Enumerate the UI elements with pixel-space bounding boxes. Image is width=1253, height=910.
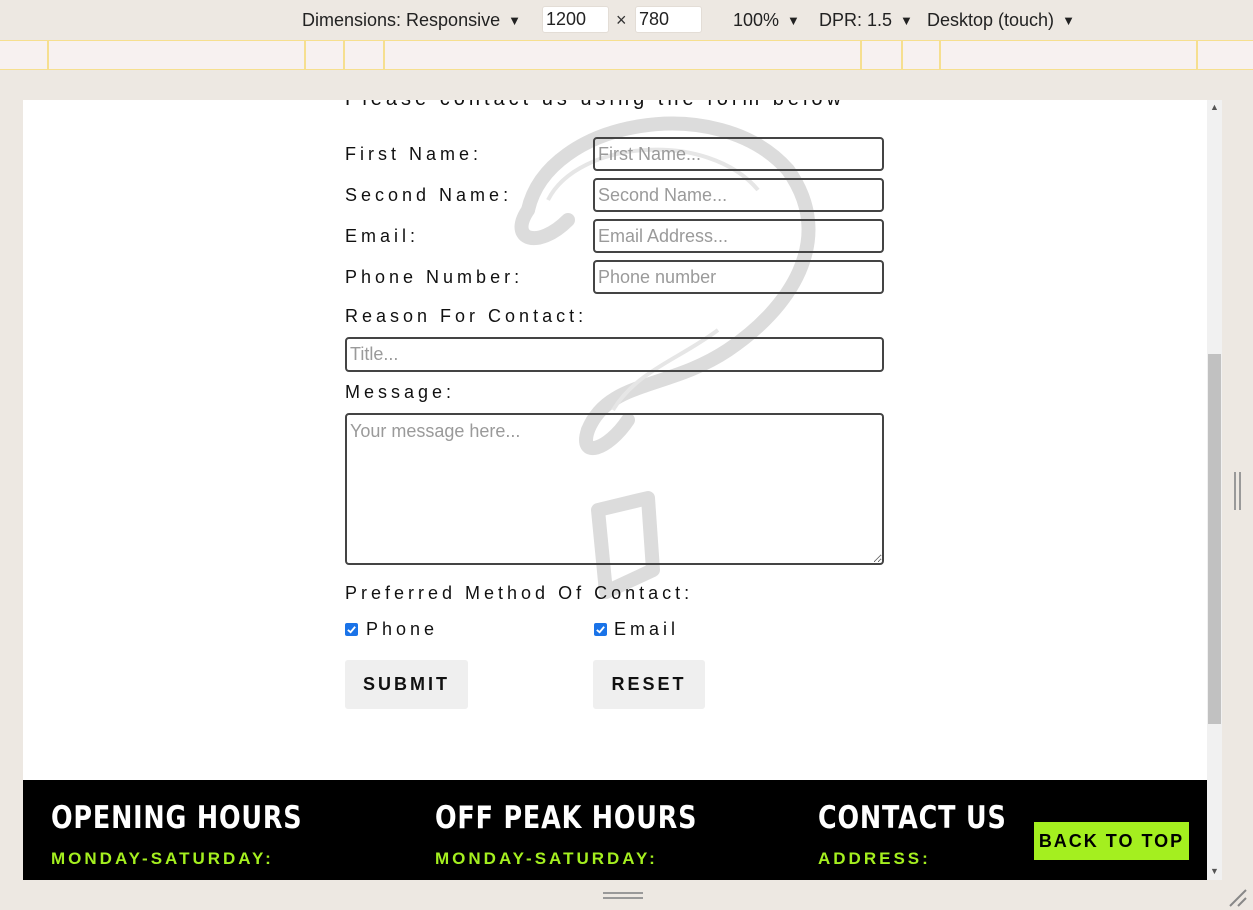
ruler-tick: [304, 41, 306, 69]
reset-button[interactable]: RESET: [593, 660, 705, 709]
zoom-label: 100%: [733, 10, 780, 30]
back-to-top-button[interactable]: BACK TO TOP: [1034, 822, 1189, 860]
reason-input[interactable]: [345, 337, 884, 372]
dpr-label: DPR: 1.5: [819, 10, 893, 30]
media-query-ruler[interactable]: [0, 40, 1253, 70]
scroll-up-arrow-icon[interactable]: ▲: [1207, 102, 1222, 112]
checkmark-icon: [347, 626, 356, 634]
footer-title-off-peak-hours: OFF PEAK HOURS: [435, 800, 698, 836]
message-textarea[interactable]: [345, 413, 884, 565]
caret-down-icon: ▼: [508, 13, 521, 28]
footer-title-contact-us: CONTACT US: [818, 800, 1007, 836]
ruler-tick: [47, 41, 49, 69]
phone-number-label: Phone Number:: [345, 267, 524, 287]
ruler-tick: [383, 41, 385, 69]
caret-down-icon: ▼: [787, 13, 800, 28]
scrollbar-thumb[interactable]: [1208, 354, 1221, 724]
ruler-tick: [860, 41, 862, 69]
site-footer: OPENING HOURS MONDAY-SATURDAY: OFF PEAK …: [23, 780, 1207, 880]
dimensions-label: Dimensions: Responsive: [302, 10, 501, 30]
second-name-input[interactable]: [593, 178, 884, 212]
phone-option-label: Phone: [366, 619, 439, 639]
zoom-dropdown[interactable]: 100% ▼: [733, 10, 800, 31]
device-toolbar: Dimensions: Responsive ▼ × 100% ▼ DPR: 1…: [0, 0, 1253, 40]
viewport-scrollbar[interactable]: ▲ ▼: [1207, 100, 1222, 880]
checkmark-icon: [596, 626, 605, 634]
width-resize-handle-icon[interactable]: [1234, 472, 1242, 510]
device-mode-dropdown[interactable]: Desktop (touch) ▼: [927, 10, 1075, 31]
caret-down-icon: ▼: [1062, 13, 1075, 28]
page-viewport: Please contact us using the form below F…: [23, 100, 1207, 880]
email-checkbox[interactable]: [594, 623, 607, 636]
ruler-tick: [1196, 41, 1198, 69]
email-input[interactable]: [593, 219, 884, 253]
email-label: Email:: [345, 226, 420, 246]
scroll-down-arrow-icon[interactable]: ▼: [1207, 866, 1222, 876]
footer-title-opening-hours: OPENING HOURS: [51, 800, 303, 836]
email-option-label: Email: [614, 619, 680, 639]
second-name-label: Second Name:: [345, 185, 513, 205]
ruler-tick: [901, 41, 903, 69]
corner-resize-handle-icon[interactable]: [1226, 886, 1248, 908]
message-label: Message:: [345, 382, 456, 402]
contact-form: Please contact us using the form below F…: [23, 100, 1207, 780]
device-mode-label: Desktop (touch): [927, 10, 1055, 30]
reason-label: Reason For Contact:: [345, 306, 588, 326]
width-input[interactable]: [542, 6, 609, 33]
form-intro: Please contact us using the form below: [345, 100, 845, 111]
dimensions-dropdown[interactable]: Dimensions: Responsive ▼: [302, 10, 521, 31]
footer-sub-opening-hours: MONDAY-SATURDAY:: [51, 849, 274, 868]
first-name-label: First Name:: [345, 144, 483, 164]
ruler-tick: [939, 41, 941, 69]
footer-sub-off-peak-hours: MONDAY-SATURDAY:: [435, 849, 658, 868]
dpr-dropdown[interactable]: DPR: 1.5 ▼: [819, 10, 913, 31]
submit-button[interactable]: SUBMIT: [345, 660, 468, 709]
first-name-input[interactable]: [593, 137, 884, 171]
phone-checkbox[interactable]: [345, 623, 358, 636]
times-symbol: ×: [616, 10, 627, 30]
height-input[interactable]: [635, 6, 702, 33]
ruler-tick: [343, 41, 345, 69]
height-resize-handle-icon[interactable]: [603, 892, 643, 900]
preferred-contact-label: Preferred Method Of Contact:: [345, 583, 694, 603]
phone-number-input[interactable]: [593, 260, 884, 294]
caret-down-icon: ▼: [900, 13, 913, 28]
footer-sub-contact-us: ADDRESS:: [818, 849, 931, 868]
